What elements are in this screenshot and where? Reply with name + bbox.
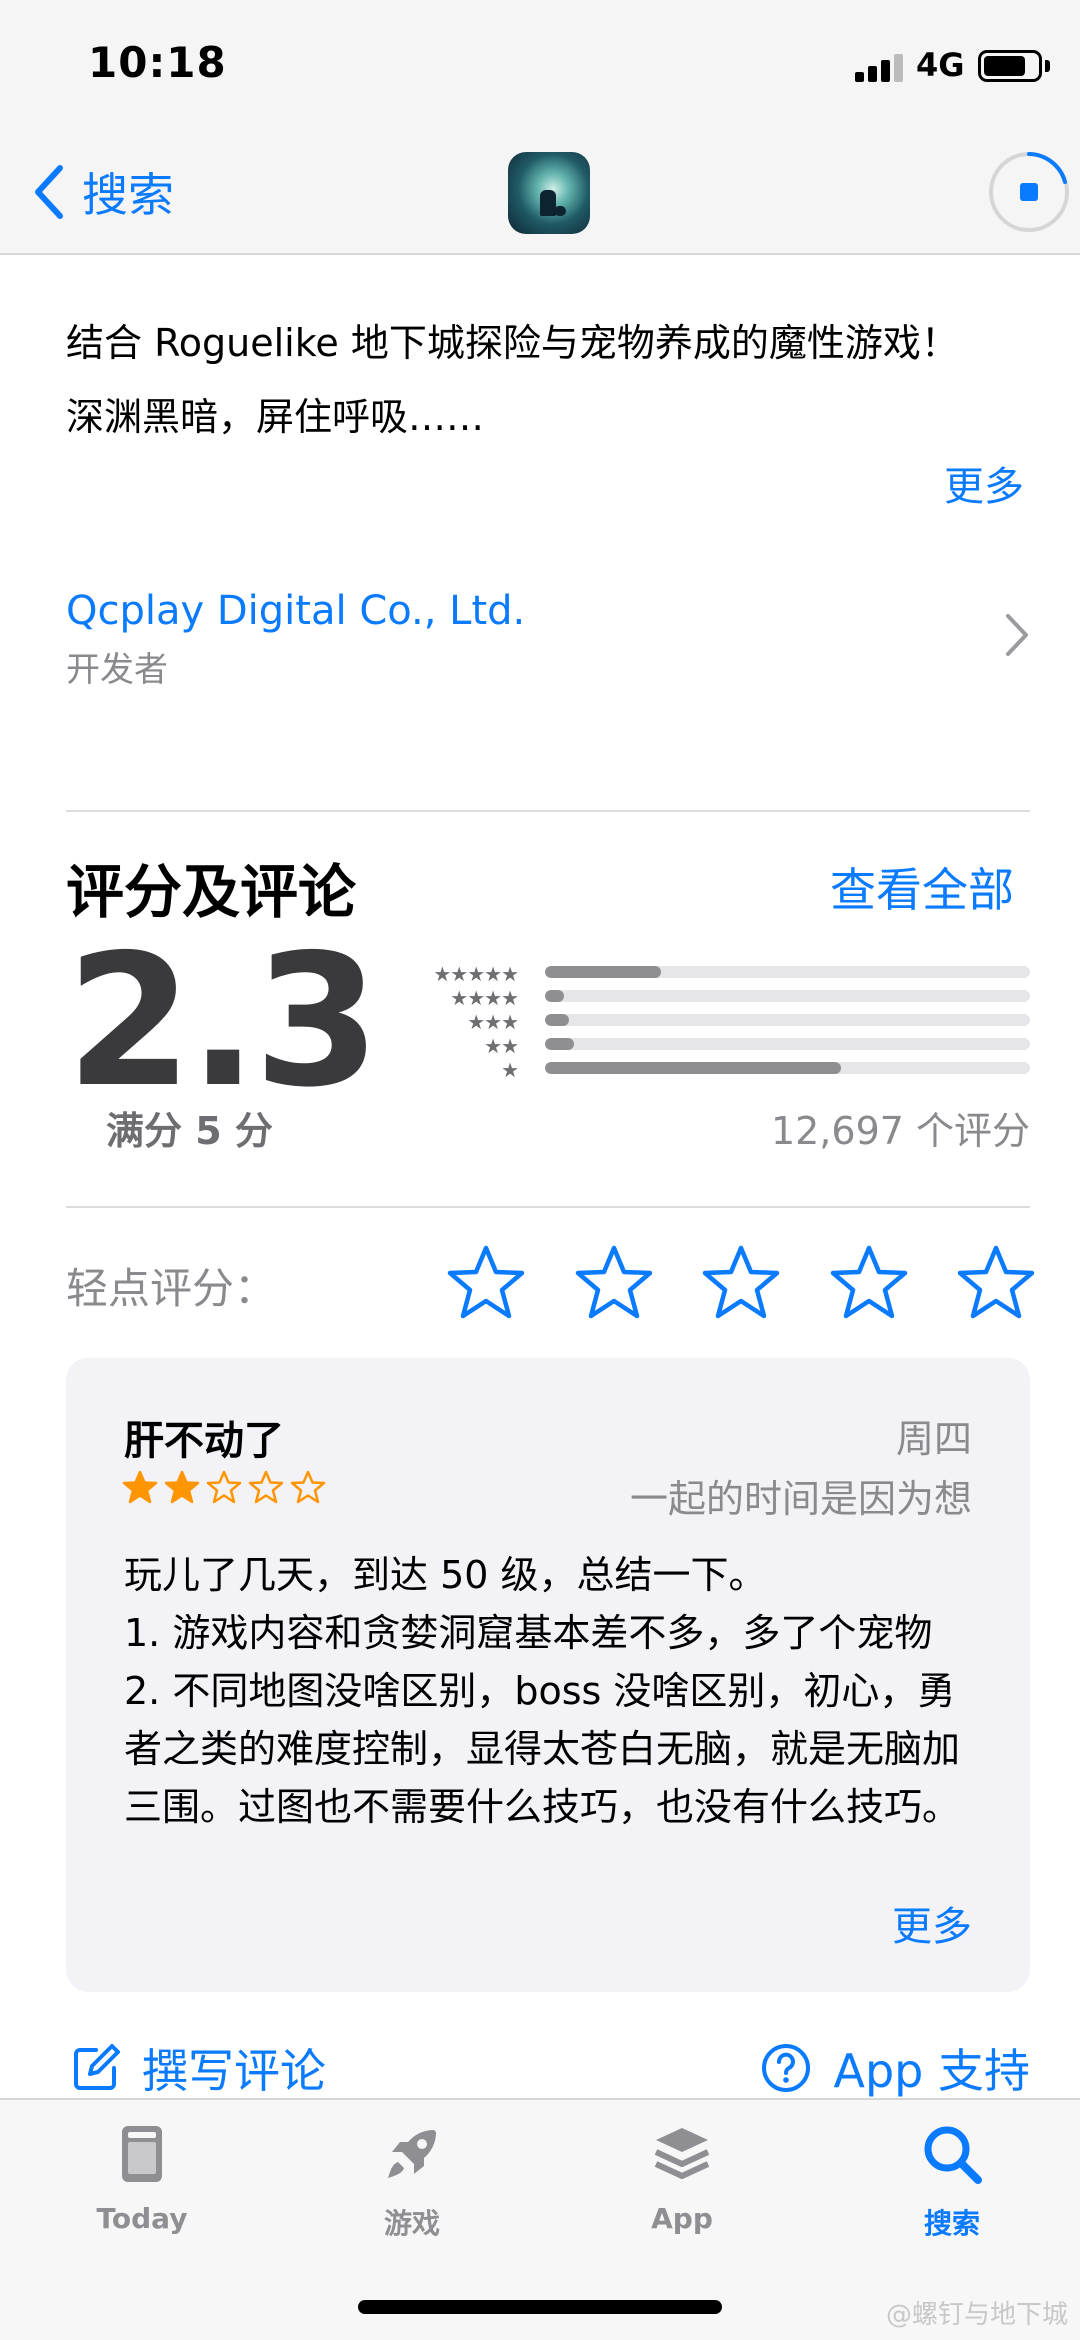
rating-bar-3 [545, 1014, 1030, 1026]
review-body-line: 2. 不同地图没啥区别，boss 没啥区别，初心，勇者之类的难度控制，显得太苍白… [124, 1669, 961, 1829]
battery-icon [978, 50, 1042, 82]
review-author: 一起的时间是因为想 [629, 1477, 972, 1521]
description-more-link[interactable]: 更多 [944, 454, 1024, 512]
status-time: 10:18 [88, 38, 227, 87]
star-label-2: ★★ [484, 1034, 519, 1058]
back-button[interactable]: 搜索 [30, 160, 174, 224]
status-bar: 10:18 4G [0, 0, 1080, 130]
app-icon [508, 152, 590, 234]
compose-icon [74, 2044, 120, 2090]
divider [66, 810, 1030, 812]
write-review-button[interactable]: 撰写评论 [70, 2035, 326, 2101]
app-support-button[interactable]: App 支持 [760, 2035, 1031, 2101]
rating-bar-3-fill [545, 1014, 570, 1026]
review-star-icon [206, 1470, 242, 1504]
tab-label: Today [96, 2202, 188, 2235]
description-line-2: 深渊黑暗，屏住呼吸…… [66, 395, 485, 439]
rocket-icon [388, 2130, 436, 2178]
tab-apps[interactable]: App [582, 2122, 782, 2235]
rating-bar-5 [545, 966, 1030, 978]
watermark: @螺钉与地下城 [885, 2300, 1068, 2330]
review-star-icon [248, 1470, 284, 1504]
review-body: 玩儿了几天，到达 50 级，总结一下。 1. 游戏内容和贪婪洞窟基本差不多，多了… [124, 1546, 984, 1836]
tap-to-rate-label: 轻点评分： [66, 1264, 277, 1313]
tab-label: 搜索 [923, 2207, 980, 2240]
signal-icon [855, 52, 905, 82]
rating-count: 12,697 个评分 [770, 1109, 1030, 1153]
rating-bar-2-fill [545, 1038, 575, 1050]
tap-to-rate-stars [446, 1244, 1036, 1320]
network-type: 4G [916, 46, 965, 84]
home-indicator[interactable] [358, 2300, 722, 2314]
rating-bar-4-fill [545, 990, 565, 1002]
app-description: 结合 Roguelike 地下城探险与宠物养成的魔性游戏！ 深渊黑暗，屏住呼吸…… [66, 306, 1026, 454]
back-label: 搜索 [82, 168, 174, 222]
rating-out-of: 满分 5 分 [106, 1109, 273, 1153]
rating-bar-5-fill [545, 966, 662, 978]
tab-games[interactable]: 游戏 [312, 2122, 512, 2242]
see-all-link[interactable]: 查看全部 [830, 854, 1014, 920]
star-label-5: ★★★★★ [433, 962, 519, 986]
review-title: 肝不动了 [124, 1418, 284, 1464]
rating-bar-1-fill [545, 1062, 841, 1074]
nav-bar: 搜索 [0, 130, 1080, 255]
review-star-rating [122, 1470, 326, 1504]
question-circle-icon [761, 2044, 810, 2092]
rating-bar-1 [545, 1062, 1030, 1074]
review-more-link[interactable]: 更多 [872, 1894, 972, 1952]
rate-star-3-icon[interactable] [701, 1244, 781, 1320]
star-label-3: ★★★ [467, 1010, 519, 1034]
rating-bar-2 [545, 1038, 1030, 1050]
chevron-left-icon [35, 165, 63, 219]
tab-label: App [651, 2202, 713, 2235]
star-labels: ★★★★★ ★★★★ ★★★ ★★ ★ [400, 962, 519, 1082]
tab-search[interactable]: 搜索 [852, 2122, 1052, 2242]
layers-icon [654, 2128, 710, 2179]
write-review-label: 撰写评论 [142, 2044, 326, 2098]
review-body-line: 1. 游戏内容和贪婪洞窟基本差不多，多了个宠物 [124, 1611, 933, 1655]
search-icon [924, 2126, 982, 2184]
chevron-right-icon [1006, 614, 1028, 656]
app-support-label: App 支持 [833, 2044, 1031, 2098]
review-date: 周四 [895, 1417, 972, 1461]
description-line-1: 结合 Roguelike 地下城探险与宠物养成的魔性游戏！ [66, 321, 959, 365]
review-card[interactable]: 肝不动了 周四 一起的时间是因为想 玩儿了几天，到达 50 级，总结一下。 1.… [66, 1358, 1030, 1992]
rating-bar-4 [545, 990, 1030, 1002]
tab-today[interactable]: Today [42, 2122, 242, 2235]
review-star-icon [290, 1470, 326, 1504]
rate-star-5-icon[interactable] [956, 1244, 1036, 1320]
rate-star-4-icon[interactable] [829, 1244, 909, 1320]
divider [66, 1206, 1030, 1208]
today-icon [122, 2126, 162, 2182]
rate-star-1-icon[interactable] [446, 1244, 526, 1320]
review-star-icon [122, 1470, 158, 1504]
review-star-icon [164, 1470, 200, 1504]
review-body-line: 玩儿了几天，到达 50 级，总结一下。 [124, 1553, 767, 1597]
developer-label: 开发者 [66, 650, 168, 690]
average-rating: 2.3 [66, 915, 380, 1127]
developer-row[interactable]: Qcplay Digital Co., Ltd. 开发者 [66, 588, 1030, 698]
download-progress-button[interactable] [985, 148, 1073, 236]
tab-label: 游戏 [383, 2207, 440, 2240]
star-label-1: ★ [501, 1058, 519, 1082]
rate-star-2-icon[interactable] [574, 1244, 654, 1320]
rating-distribution [545, 966, 1030, 1086]
developer-name: Qcplay Digital Co., Ltd. [66, 588, 526, 634]
star-label-4: ★★★★ [450, 986, 519, 1010]
